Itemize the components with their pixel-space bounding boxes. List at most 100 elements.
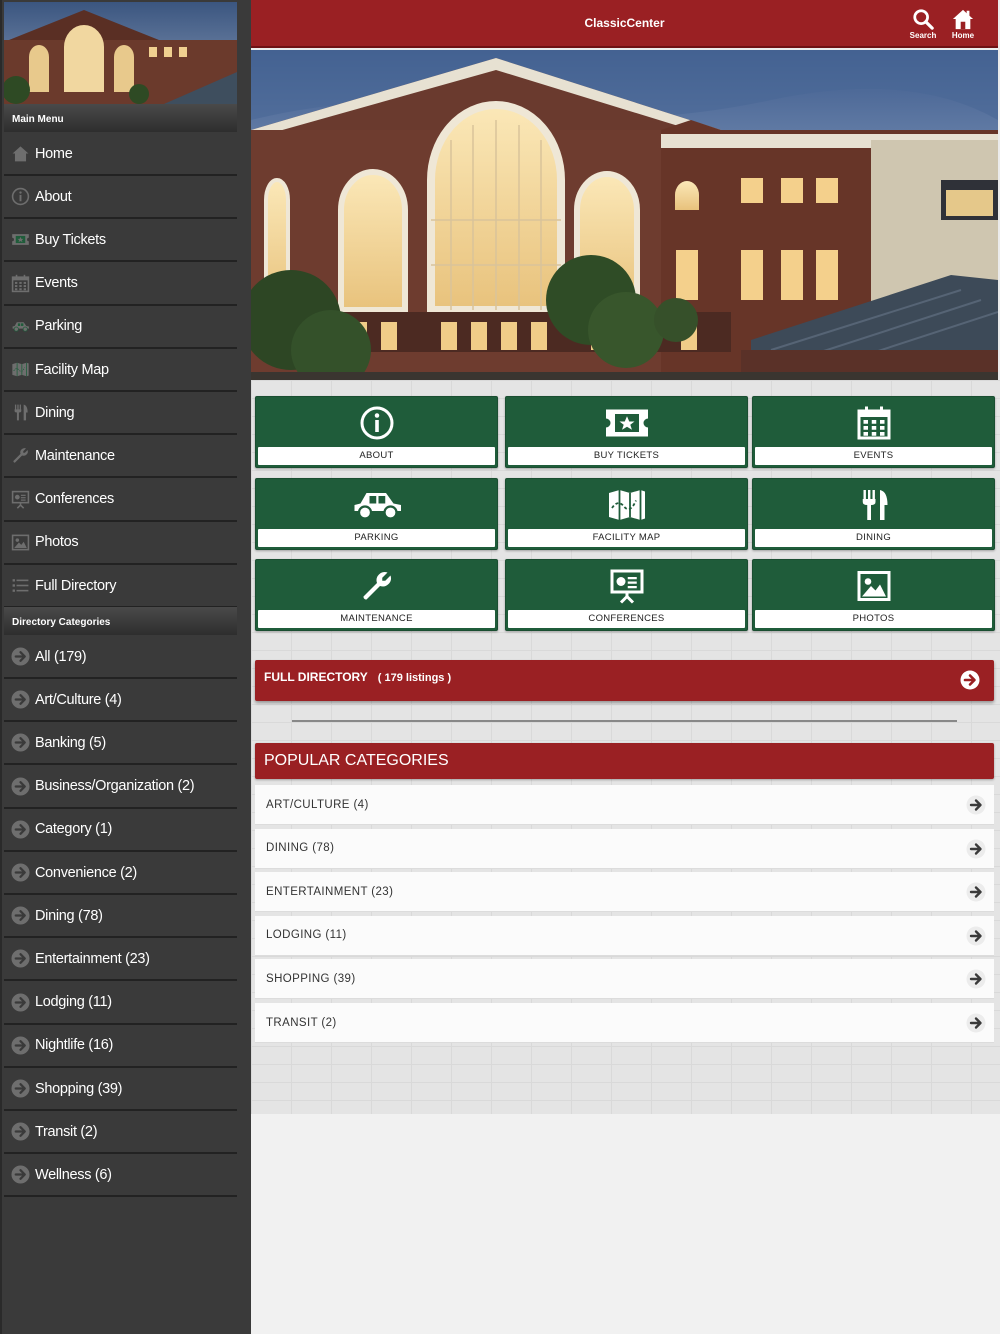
sidebar-item-parking[interactable]: Parking	[4, 306, 237, 349]
tile-label: CONFERENCES	[508, 610, 745, 628]
category-item-label: All (179)	[35, 648, 87, 665]
arrow-circle-right-icon	[10, 992, 30, 1012]
popular-category-art-culture-4[interactable]: ART/CULTURE (4)	[255, 785, 994, 825]
tile-events[interactable]: EVENTS	[752, 396, 995, 468]
sidebar-item-conferences[interactable]: Conferences	[4, 479, 237, 522]
category-item-art-culture-4[interactable]: Art/Culture (4)	[4, 679, 237, 723]
ticket-icon	[506, 403, 747, 443]
wrench-icon	[256, 566, 497, 606]
sidebar-item-facility-map[interactable]: Facility Map	[4, 349, 237, 392]
category-item-category-1[interactable]: Category (1)	[4, 809, 237, 852]
sidebar-item-label: Photos	[35, 534, 79, 551]
fork-knife-icon	[10, 403, 30, 423]
sidebar-item-label: Dining	[35, 404, 75, 421]
sidebar: Main Menu Home About Buy Tickets Events Park…	[0, 0, 251, 1334]
tile-photos[interactable]: PHOTOS	[752, 559, 995, 631]
category-item-nightlife-16[interactable]: Nightlife (16)	[4, 1025, 237, 1068]
popular-category-dining-78[interactable]: DINING (78)	[255, 828, 994, 869]
tile-facility-map[interactable]: FACILITY MAP	[505, 477, 748, 550]
top-bar: ClassicCenter Search Home	[251, 0, 998, 48]
tile-label: DINING	[755, 528, 992, 547]
tile-about[interactable]: ABOUT	[255, 396, 498, 468]
popular-category-label: TRANSIT (2)	[266, 1016, 337, 1029]
hero-venue-photo	[251, 50, 998, 380]
popular-category-label: SHOPPING (39)	[266, 972, 356, 985]
full-directory-count: ( 179 listings )	[377, 672, 452, 684]
category-item-label: Transit (2)	[35, 1123, 98, 1140]
tile-maintenance[interactable]: MAINTENANCE	[255, 559, 498, 631]
sidebar-item-label: Full Directory	[35, 577, 117, 594]
category-item-label: Banking (5)	[35, 734, 106, 751]
tile-label: PARKING	[258, 528, 495, 547]
category-item-dining-78[interactable]: Dining (78)	[4, 895, 237, 939]
search-icon	[913, 9, 934, 30]
category-item-wellness-6[interactable]: Wellness (6)	[4, 1154, 237, 1198]
popular-category-transit-2[interactable]: TRANSIT (2)	[255, 1003, 994, 1043]
tile-parking[interactable]: PARKING	[255, 477, 498, 550]
category-item-banking-5[interactable]: Banking (5)	[4, 722, 237, 766]
tile-label: EVENTS	[755, 447, 992, 465]
tile-dining[interactable]: DINING	[752, 477, 995, 550]
category-item-label: Entertainment (23)	[35, 950, 150, 967]
category-item-label: Business/Organization (2)	[35, 778, 195, 795]
tile-buy-tickets[interactable]: BUY TICKETS	[505, 396, 748, 468]
photo-icon	[10, 532, 30, 552]
tile-label: MAINTENANCE	[258, 610, 495, 628]
popular-category-label: ENTERTAINMENT (23)	[266, 885, 394, 898]
category-item-label: Category (1)	[35, 821, 112, 838]
category-item-entertainment-23[interactable]: Entertainment (23)	[4, 938, 237, 982]
arrow-circle-right-icon	[10, 949, 30, 969]
sidebar-item-label: Conferences	[35, 491, 114, 508]
popular-category-label: ART/CULTURE (4)	[266, 798, 369, 811]
sidebar-item-home[interactable]: Home	[4, 133, 237, 176]
tile-conferences[interactable]: CONFERENCES	[505, 559, 748, 631]
car-icon	[256, 485, 497, 525]
arrow-circle-right-icon	[966, 926, 986, 946]
sidebar-item-photos[interactable]: Photos	[4, 522, 237, 565]
sidebar-item-events[interactable]: Events	[4, 263, 237, 306]
popular-category-entertainment-23[interactable]: ENTERTAINMENT (23)	[255, 872, 994, 913]
sidebar-item-full-directory[interactable]: Full Directory	[4, 565, 237, 608]
sidebar-item-about[interactable]: About	[4, 176, 237, 220]
arrow-circle-right-icon	[966, 882, 986, 902]
category-item-all-179[interactable]: All (179)	[4, 636, 237, 679]
search-button[interactable]: Search	[906, 8, 940, 44]
photo-icon	[753, 566, 994, 606]
category-item-transit-2[interactable]: Transit (2)	[4, 1111, 237, 1155]
car-icon	[10, 316, 30, 336]
category-item-label: Art/Culture (4)	[35, 691, 122, 708]
category-item-label: Dining (78)	[35, 907, 103, 924]
arrow-circle-right-icon	[966, 839, 986, 859]
popular-category-shopping-39[interactable]: SHOPPING (39)	[255, 959, 994, 1000]
category-item-label: Wellness (6)	[35, 1166, 112, 1183]
fork-knife-icon	[753, 485, 994, 525]
popular-category-lodging-11[interactable]: LODGING (11)	[255, 915, 994, 956]
tile-label: FACILITY MAP	[508, 528, 745, 547]
sidebar-item-dining[interactable]: Dining	[4, 392, 237, 436]
full-directory-button[interactable]: FULL DIRECTORY ( 179 listings )	[255, 660, 994, 701]
tile-label: BUY TICKETS	[508, 447, 745, 465]
arrow-circle-right-icon	[10, 1165, 30, 1185]
map-icon	[10, 360, 30, 380]
divider	[292, 720, 957, 722]
arrow-circle-right-icon	[966, 795, 986, 815]
home-button[interactable]: Home	[946, 8, 980, 44]
category-item-label: Shopping (39)	[35, 1080, 123, 1097]
category-item-convenience-2[interactable]: Convenience (2)	[4, 852, 237, 895]
sidebar-venue-photo	[4, 2, 237, 104]
presentation-icon	[506, 566, 747, 606]
category-item-business-organization-2[interactable]: Business/Organization (2)	[4, 766, 237, 809]
sidebar-item-maintenance[interactable]: Maintenance	[4, 435, 237, 479]
home-icon	[10, 144, 30, 164]
category-item-lodging-11[interactable]: Lodging (11)	[4, 982, 237, 1025]
arrow-circle-right-icon	[10, 1079, 30, 1099]
sidebar-item-label: Home	[35, 145, 73, 162]
sidebar-item-label: About	[35, 188, 72, 205]
sidebar-item-label: Buy Tickets	[35, 231, 106, 248]
sidebar-item-buy-tickets[interactable]: Buy Tickets	[4, 219, 237, 263]
calendar-icon	[10, 273, 30, 293]
category-item-shopping-39[interactable]: Shopping (39)	[4, 1068, 237, 1111]
home-icon	[952, 9, 974, 30]
sidebar-item-label: Maintenance	[35, 447, 115, 464]
app-title: ClassicCenter	[584, 16, 665, 30]
